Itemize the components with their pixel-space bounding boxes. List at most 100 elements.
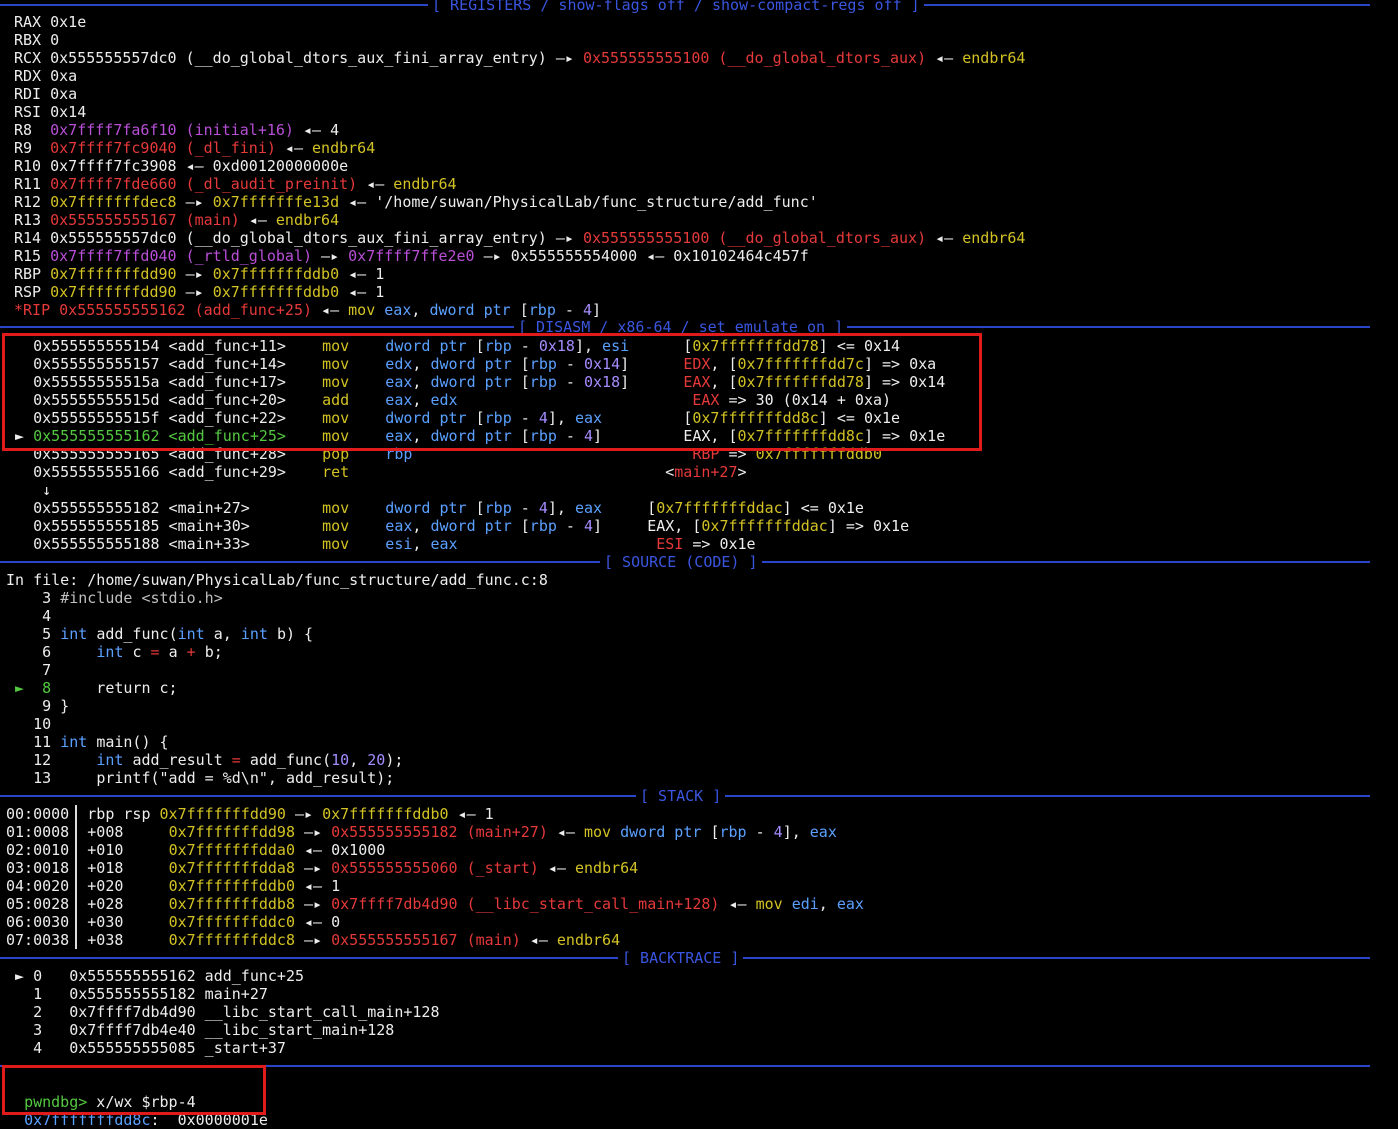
stack-segment: ◂— bbox=[547, 823, 584, 841]
stack-segment: dword ptr bbox=[620, 823, 711, 841]
register-segment: R10 bbox=[14, 157, 51, 175]
stack-segment: ◂— bbox=[538, 859, 575, 877]
register-segment: R12 bbox=[14, 193, 51, 211]
register-segment: endbr64 bbox=[393, 175, 457, 193]
stack-segment: +028 bbox=[69, 895, 169, 913]
source-segment: ► bbox=[6, 679, 43, 697]
register-segment: 0x555555557dc0 (__do_global_dtors_aux_fi… bbox=[50, 229, 583, 247]
source-segment: b) { bbox=[276, 625, 314, 643]
register-line: R15 0x7ffff7ffd040 (_rtld_global) —▸ 0x7… bbox=[14, 247, 809, 265]
disasm-segment: dword ptr bbox=[430, 517, 521, 535]
register-segment: endbr64 bbox=[275, 211, 340, 229]
source-segment: , bbox=[349, 751, 368, 769]
register-segment: R14 bbox=[14, 229, 51, 247]
register-segment: RCX bbox=[14, 49, 51, 67]
register-segment: ◂— bbox=[926, 229, 963, 247]
disasm-segment: 0x555555555188 <main+33> bbox=[6, 535, 323, 553]
source-segment: 5 bbox=[6, 625, 61, 643]
stack-line: 04:0020 +020 0x7fffffffddb0 ◂— 1 bbox=[6, 877, 340, 895]
register-segment: 0x7fffffffdd90 bbox=[50, 265, 177, 283]
source-segment: 6 bbox=[6, 643, 97, 661]
source-segment: 10 bbox=[331, 751, 350, 769]
stack-offset-divider bbox=[75, 805, 77, 949]
stack-segment: eax bbox=[809, 823, 837, 841]
source-line: 11 int main() { bbox=[6, 733, 168, 751]
source-segment: int bbox=[177, 625, 214, 643]
stack-segment: ◂— 1 bbox=[295, 877, 341, 895]
source-segment: add_result bbox=[132, 751, 232, 769]
stack-line: 01:0008 +008 0x7fffffffdd98 —▸ 0x5555555… bbox=[6, 823, 837, 841]
stack-segment: +030 bbox=[69, 913, 169, 931]
stack-segment: —▸ bbox=[295, 823, 332, 841]
source-segment: ); bbox=[385, 751, 404, 769]
register-segment: R9 bbox=[14, 139, 51, 157]
stack-segment: 0x7fffffffddc8 bbox=[168, 931, 295, 949]
register-segment: ◂— bbox=[239, 211, 276, 229]
register-segment: 0x7fffffffdd90 bbox=[50, 283, 177, 301]
source-segment: return bbox=[51, 679, 160, 697]
source-file-line: In file: /home/suwan/PhysicalLab/func_st… bbox=[6, 571, 548, 589]
disasm-segment: 4 bbox=[538, 499, 548, 517]
source-segment: = bbox=[231, 751, 250, 769]
backtrace-line: ► 0 0x555555555162 add_func+25 bbox=[6, 967, 304, 985]
backtrace-segment: 1 0x555555555182 main+27 bbox=[6, 985, 268, 1003]
backtrace-segment: 3 0x7ffff7db4e40 __libc_start_main+128 bbox=[6, 1021, 395, 1039]
register-segment: 0x555555555167 (main) bbox=[50, 211, 240, 229]
source-separator: [ SOURCE (CODE) ] bbox=[0, 553, 1370, 571]
register-segment: —▸ 0x555555554000 ◂— 0x10102464c457f bbox=[474, 247, 809, 265]
register-line: R13 0x555555555167 (main) ◂— endbr64 bbox=[14, 211, 339, 229]
stack-segment: +010 bbox=[69, 841, 169, 859]
disasm-segment: ] => 0x1e bbox=[827, 517, 910, 535]
disasm-segment: dword ptr bbox=[385, 499, 476, 517]
register-line: RSP 0x7fffffffdd90 —▸ 0x7fffffffddb0 ◂— … bbox=[14, 283, 384, 301]
stack-segment: +038 bbox=[69, 931, 169, 949]
disasm-segment: main+27 bbox=[674, 463, 738, 481]
stack-segment: 0x7fffffffddb0 bbox=[168, 877, 295, 895]
register-segment: R13 bbox=[14, 211, 51, 229]
source-segment: c; bbox=[159, 679, 178, 697]
register-segment: 0x555555557dc0 (__do_global_dtors_aux_fi… bbox=[50, 49, 583, 67]
stack-line: 03:0018 +018 0x7fffffffdda8 —▸ 0x5555555… bbox=[6, 859, 638, 877]
register-segment: R11 bbox=[14, 175, 51, 193]
disasm-segment: [ bbox=[520, 517, 530, 535]
register-line: R11 0x7ffff7fde660 (_dl_audit_preinit) ◂… bbox=[14, 175, 457, 193]
stack-line: 06:0030 +030 0x7fffffffddc0 ◂— 0 bbox=[6, 913, 340, 931]
backtrace-line: 2 0x7ffff7db4d90 __libc_start_call_main+… bbox=[6, 1003, 439, 1021]
stack-segment: rbp bbox=[719, 823, 747, 841]
register-segment: RAX bbox=[14, 13, 51, 31]
register-segment: 4 bbox=[582, 301, 592, 319]
disasm-segment: > bbox=[737, 463, 747, 481]
source-segment: = bbox=[150, 643, 169, 661]
register-segment: eax bbox=[384, 301, 412, 319]
registers-separator: [ REGISTERS / show-flags off / show-comp… bbox=[0, 0, 1370, 14]
disasm-segment: mov bbox=[322, 535, 386, 553]
source-header: [ SOURCE (CODE) ] bbox=[600, 553, 762, 571]
stack-segment: +020 bbox=[69, 877, 169, 895]
register-segment: *RIP bbox=[14, 301, 60, 319]
disasm-segment: eax bbox=[430, 535, 458, 553]
source-segment: + bbox=[186, 643, 205, 661]
register-segment: 0x7ffff7fde660 (_dl_audit_preinit) bbox=[50, 175, 358, 193]
source-segment: int bbox=[240, 625, 277, 643]
disasm-segment: [ bbox=[602, 499, 657, 517]
source-segment: 8 bbox=[42, 679, 52, 697]
register-line: *RIP 0x555555555162 (add_func+25) ◂— mov… bbox=[14, 301, 601, 319]
disasm-segment: ], bbox=[547, 499, 575, 517]
disasm-segment: eax bbox=[574, 499, 603, 517]
register-segment: 0x555555555162 (add_func+25) bbox=[59, 301, 313, 319]
register-line: RSI 0x14 bbox=[14, 103, 86, 121]
disasm-segment: esi bbox=[385, 535, 413, 553]
register-segment: —▸ bbox=[312, 247, 349, 265]
stack-segment: endbr64 bbox=[556, 931, 621, 949]
register-segment: mov bbox=[348, 301, 385, 319]
register-segment: ◂— bbox=[312, 301, 349, 319]
stack-line: 05:0028 +028 0x7fffffffddb8 —▸ 0x7ffff7d… bbox=[6, 895, 864, 913]
stack-segment: 07:0038 bbox=[6, 931, 70, 949]
disasm-segment: [ bbox=[475, 499, 485, 517]
disasm-segment: ↓ bbox=[6, 481, 52, 499]
stack-segment: —▸ bbox=[295, 859, 332, 877]
register-segment: 0x7ffff7ffd040 (_rtld_global) bbox=[50, 247, 313, 265]
register-line: R8 0x7ffff7fa6f10 (initial+16) ◂— 4 bbox=[14, 121, 339, 139]
source-segment: %d\n bbox=[222, 769, 259, 787]
register-segment: ] bbox=[592, 301, 602, 319]
